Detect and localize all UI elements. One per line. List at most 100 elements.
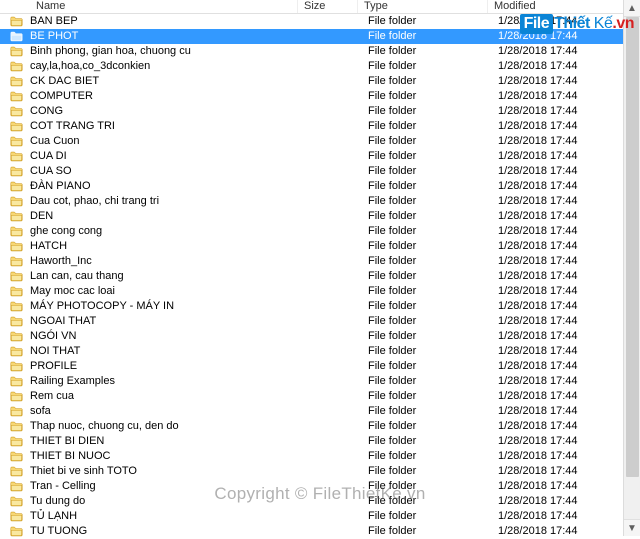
folder-icon — [10, 376, 26, 387]
scroll-up-button[interactable]: ▲ — [624, 0, 640, 17]
file-name: cay,la,hoa,co_3dconkien — [26, 59, 308, 74]
file-name: May moc cac loai — [26, 284, 308, 299]
file-modified: 1/28/2018 17:44 — [498, 209, 628, 224]
table-row[interactable]: May moc cac loaiFile folder1/28/2018 17:… — [0, 284, 640, 299]
table-row[interactable]: NGOAI THATFile folder1/28/2018 17:44 — [0, 314, 640, 329]
table-row[interactable]: THIET BI NUOCFile folder1/28/2018 17:44 — [0, 449, 640, 464]
folder-icon — [10, 421, 26, 432]
table-row[interactable]: CK DAC BIET File folder1/28/2018 17:44 — [0, 74, 640, 89]
file-modified: 1/28/2018 17:44 — [498, 194, 628, 209]
table-row[interactable]: CONGFile folder1/28/2018 17:44 — [0, 104, 640, 119]
table-row[interactable]: ghe cong congFile folder1/28/2018 17:44 — [0, 224, 640, 239]
file-type: File folder — [368, 74, 498, 89]
table-row[interactable]: TỦ LẠNHFile folder1/28/2018 17:44 — [0, 509, 640, 524]
folder-icon — [10, 196, 26, 207]
file-modified: 1/28/2018 17:44 — [498, 29, 628, 44]
folder-icon — [10, 286, 26, 297]
file-name: CK DAC BIET — [26, 74, 308, 89]
file-modified: 1/28/2018 17:44 — [498, 59, 628, 74]
folder-icon — [10, 391, 26, 402]
table-row[interactable]: TU TUONGFile folder1/28/2018 17:44 — [0, 524, 640, 539]
file-name: COMPUTER — [26, 89, 308, 104]
table-row[interactable]: Rem cuaFile folder1/28/2018 17:44 — [0, 389, 640, 404]
file-modified: 1/28/2018 17:44 — [498, 254, 628, 269]
folder-icon — [10, 331, 26, 342]
file-type: File folder — [368, 434, 498, 449]
folder-icon — [10, 316, 26, 327]
table-row[interactable]: COT TRANG TRIFile folder1/28/2018 17:44 — [0, 119, 640, 134]
file-type: File folder — [368, 299, 498, 314]
file-name: NGÓI VN — [26, 329, 308, 344]
file-type: File folder — [368, 374, 498, 389]
folder-icon — [10, 226, 26, 237]
file-modified: 1/28/2018 17:44 — [498, 74, 628, 89]
table-row[interactable]: Haworth_IncFile folder1/28/2018 17:44 — [0, 254, 640, 269]
table-row[interactable]: CUA SO File folder1/28/2018 17:44 — [0, 164, 640, 179]
file-name: Haworth_Inc — [26, 254, 308, 269]
col-size[interactable]: Size — [298, 0, 358, 13]
folder-icon — [10, 526, 26, 537]
file-name: NGOAI THAT — [26, 314, 308, 329]
table-row[interactable]: ĐÀN PIANOFile folder1/28/2018 17:44 — [0, 179, 640, 194]
file-modified: 1/28/2018 17:44 — [498, 44, 628, 59]
table-row[interactable]: Dau cot, phao, chi trang triFile folder1… — [0, 194, 640, 209]
file-name: CUA SO — [26, 164, 308, 179]
folder-icon — [10, 436, 26, 447]
table-row[interactable]: Binh phong, gian hoa, chuong cuFile fold… — [0, 44, 640, 59]
vertical-scrollbar[interactable]: ▲ ▼ — [623, 0, 640, 536]
file-modified: 1/28/2018 17:44 — [498, 134, 628, 149]
table-row[interactable]: PROFILEFile folder1/28/2018 17:44 — [0, 359, 640, 374]
scroll-down-button[interactable]: ▼ — [624, 519, 640, 536]
table-row[interactable]: CUA DIFile folder1/28/2018 17:44 — [0, 149, 640, 164]
table-row[interactable]: cay,la,hoa,co_3dconkien File folder1/28/2… — [0, 59, 640, 74]
file-name: BE PHOT — [26, 29, 308, 44]
col-type[interactable]: Type — [358, 0, 488, 13]
file-type: File folder — [368, 209, 498, 224]
table-row[interactable]: Thap nuoc, chuong cu, den doFile folder1… — [0, 419, 640, 434]
column-header[interactable]: Name Size Type Modified — [0, 0, 640, 14]
file-modified: 1/28/2018 17:44 — [498, 164, 628, 179]
file-type: File folder — [368, 269, 498, 284]
table-row[interactable]: THIET BI DIENFile folder1/28/2018 17:44 — [0, 434, 640, 449]
file-list[interactable]: BAN BEPFile folder1/28/2018 17:44 BE PHO… — [0, 14, 640, 539]
file-type: File folder — [368, 344, 498, 359]
table-row[interactable]: COMPUTERFile folder1/28/2018 17:44 — [0, 89, 640, 104]
scroll-thumb[interactable] — [626, 17, 639, 477]
file-name: sofa — [26, 404, 308, 419]
table-row[interactable]: BAN BEPFile folder1/28/2018 17:44 — [0, 14, 640, 29]
file-type: File folder — [368, 164, 498, 179]
table-row[interactable]: Cua CuonFile folder1/28/2018 17:44 — [0, 134, 640, 149]
file-type: File folder — [368, 14, 498, 29]
table-row[interactable]: Tran - CellingFile folder1/28/2018 17:44 — [0, 479, 640, 494]
file-modified: 1/28/2018 17:44 — [498, 224, 628, 239]
table-row[interactable]: Thiet bi ve sinh TOTOFile folder1/28/201… — [0, 464, 640, 479]
table-row[interactable]: MÁY PHOTOCOPY - MÁY INFile folder1/28/20… — [0, 299, 640, 314]
table-row[interactable]: NGÓI VNFile folder1/28/2018 17:44 — [0, 329, 640, 344]
file-modified: 1/28/2018 17:44 — [498, 389, 628, 404]
file-type: File folder — [368, 494, 498, 509]
table-row[interactable]: DENFile folder1/28/2018 17:44 — [0, 209, 640, 224]
folder-icon — [10, 76, 26, 87]
table-row[interactable]: NOI THATFile folder1/28/2018 17:44 — [0, 344, 640, 359]
folder-icon — [10, 31, 26, 42]
table-row[interactable]: Railing ExamplesFile folder1/28/2018 17:… — [0, 374, 640, 389]
file-modified: 1/28/2018 17:44 — [498, 179, 628, 194]
table-row[interactable]: HATCHFile folder1/28/2018 17:44 — [0, 239, 640, 254]
file-name: TỦ LẠNH — [26, 509, 308, 524]
file-modified: 1/28/2018 17:44 — [498, 434, 628, 449]
table-row[interactable]: Lan can, cau thangFile folder1/28/2018 1… — [0, 269, 640, 284]
file-type: File folder — [368, 59, 498, 74]
file-name: Rem cua — [26, 389, 308, 404]
table-row[interactable]: BE PHOTFile folder1/28/2018 17:44 — [0, 29, 640, 44]
col-modified[interactable]: Modified — [488, 0, 618, 13]
table-row[interactable]: sofaFile folder1/28/2018 17:44 — [0, 404, 640, 419]
file-type: File folder — [368, 89, 498, 104]
file-type: File folder — [368, 239, 498, 254]
folder-icon — [10, 181, 26, 192]
file-type: File folder — [368, 284, 498, 299]
file-modified: 1/28/2018 17:44 — [498, 14, 628, 29]
table-row[interactable]: Tu dung doFile folder1/28/2018 17:44 — [0, 494, 640, 509]
file-type: File folder — [368, 119, 498, 134]
col-name[interactable]: Name — [8, 0, 298, 13]
folder-icon — [10, 211, 26, 222]
